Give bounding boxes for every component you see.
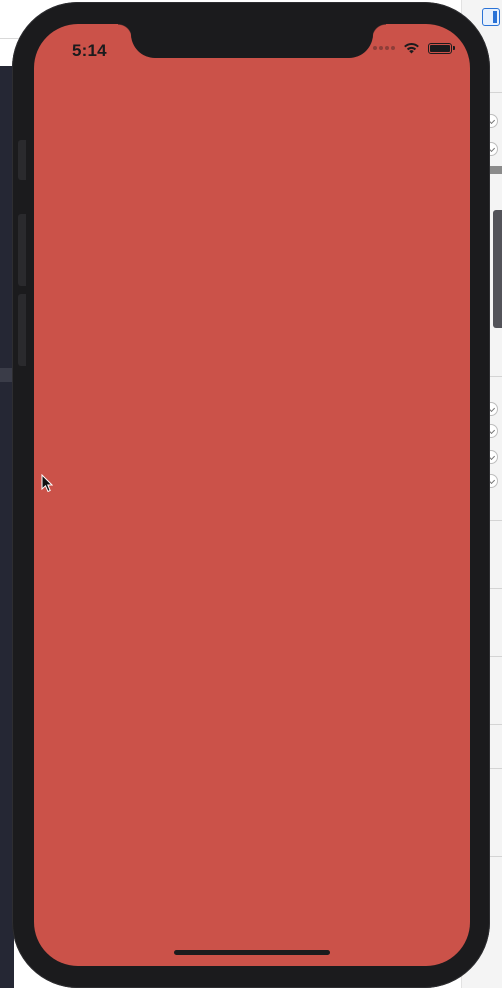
inspector-slider[interactable]: [488, 166, 502, 174]
battery-icon: [428, 42, 455, 54]
simulator-screen[interactable]: 5:14: [34, 24, 470, 966]
wifi-icon: [404, 42, 419, 54]
inspector-scrollbar[interactable]: [493, 210, 502, 328]
signal-dots-icon: [373, 46, 395, 50]
volume-down-button: [18, 294, 26, 366]
home-indicator[interactable]: [174, 950, 330, 955]
status-icons: [373, 42, 455, 54]
volume-up-button: [18, 214, 26, 286]
mute-switch: [18, 140, 26, 180]
status-time: 5:14: [72, 41, 107, 60]
device-notch: [118, 24, 386, 58]
inspector-toggle-button[interactable]: [482, 8, 500, 26]
mouse-cursor-icon: [41, 474, 53, 493]
